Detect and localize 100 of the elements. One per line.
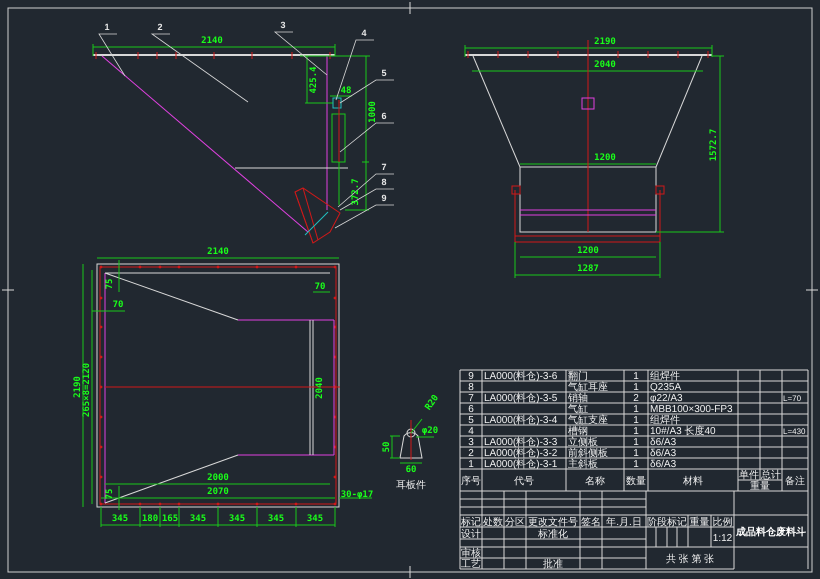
table-cell: 气缸 [568,404,588,415]
dimension-label: 2190 [73,376,83,398]
part-number-label: 2 [158,22,162,32]
table-cell: 备注 [785,476,805,487]
table-cell: 年.月.日 [606,517,642,528]
dimension-label: 345 [268,514,284,524]
dimension-label: 2190 [594,37,616,47]
table-cell: 1 [633,371,639,382]
table-cell: 8 [468,382,474,393]
table-cell: δ6/A3 [650,437,676,448]
table-cell: 更改文件号 [528,517,578,528]
dimension-label: 70 [314,282,326,292]
table-cell: Q235A [650,382,682,393]
part-number-label: 7 [382,162,386,172]
table-cell: 1 [633,382,639,393]
dimension-label: 2040 [315,377,325,399]
dimension-label: 372.7 [351,178,361,206]
table-cell: 1 [633,426,639,437]
leader-line [340,122,394,152]
table-cell: LA000(料仓)-3-4 [484,415,558,426]
table-cell: 1 [633,437,639,448]
table-cell: 10#/A3 长度40 [650,426,716,437]
table-cell: LA000(料仓)-3-6 [484,371,558,382]
table-cell: 1 [633,448,639,459]
table-cell: 签名 [581,517,601,528]
table-cell: 名称 [585,476,605,487]
table-cell: 气缸支座 [568,415,608,426]
dimension-label: 1200 [577,246,599,256]
table-cell: 2 [633,393,639,404]
table-cell: 材料 [683,476,703,487]
table-cell: 翻门 [568,371,588,382]
dimension-label: 70 [112,300,124,310]
dimension-label: φ20 [422,426,438,436]
table-cell: 1 [633,415,639,426]
table-cell: 1:12 [712,533,732,544]
table-cell: 7 [468,393,474,404]
table-cell: δ6/A3 [650,448,676,459]
dimension-label: 48 [340,86,352,96]
dimension-label: 1200 [594,153,616,163]
dimension-label: 60 [406,465,416,475]
table-cell: 6 [468,404,474,415]
leader-line [334,204,394,228]
dimension-label: 2000 [207,473,229,483]
dimension-label: 265×8=2120 [82,362,92,418]
dimension-label: 345 [306,514,324,524]
dimension-label: 1000 [368,101,378,123]
table-cell: 3 [468,437,474,448]
dimension-label: 345 [112,514,128,524]
table-cell: 标记 [461,517,481,528]
table-cell: 工艺 [461,559,481,570]
table-cell: 标准化 [538,529,568,540]
dimension-label: 2040 [594,60,616,70]
dimension-label: 425.4 [309,66,319,94]
table-cell: φ22/A3 [650,393,683,404]
table-cell: 阶段标记 [647,517,687,528]
table-cell: 2 [468,448,474,459]
dimension-label: 1572.7 [709,128,719,162]
dimension-label: 50 [382,442,392,452]
leader-line [98,34,126,76]
drawing-title: 成品料仓废料斗 [736,527,806,538]
table-cell: 代号 [514,476,534,487]
table-cell: 5 [468,415,474,426]
dimension-label: 345 [228,514,246,524]
dimension-label: 345 [190,514,206,524]
dimension-label: 1287 [577,264,599,274]
table-cell: 组焊件 [650,371,680,382]
table-cell: LA000(料仓)-3-5 [484,393,558,404]
table-cell: 1 [468,459,474,470]
table-cell: 9 [468,371,474,382]
part-number-label: 4 [362,28,366,38]
table-cell: MBB100×300-FP3 [650,404,733,415]
table-cell: 槽钢 [568,426,588,437]
table-cell: 分区 [505,517,525,528]
table-cell: 审核 [461,548,481,559]
table-cell: 销轴 [568,393,588,404]
part-number-label: 5 [382,68,386,78]
dimension-label: 2070 [207,487,229,497]
table-cell: 立侧板 [568,437,598,448]
table-cell: 序号 [461,476,481,487]
part-number-label: 3 [280,20,286,30]
table-cell: 共 张 第 张 [666,554,714,565]
table-cell: 比例 [712,517,732,528]
detail-caption: 耳板件 [396,480,426,491]
table-cell: 重量 [690,517,710,528]
dimension-label: 75 [105,488,115,500]
table-cell: 气缸耳座 [568,382,608,393]
dimension-label: 75 [105,278,115,290]
table-cell: L=70 [783,394,802,403]
table-cell: 1 [633,404,639,415]
dimension-label: 30-φ17 [340,490,374,500]
part-number-label: 8 [382,177,386,187]
table-cell: LA000(料仓)-3-3 [484,437,558,448]
dimension-label: 165 [162,514,178,524]
table-cell: 组焊件 [650,415,680,426]
dimension-label: 180 [142,514,158,524]
table-cell: 重量 [750,481,770,492]
table-cell: 单件 [739,470,759,481]
part-number-label: 1 [104,22,110,32]
dimension-label: 2140 [201,36,223,46]
table-cell: 设计 [461,529,481,540]
